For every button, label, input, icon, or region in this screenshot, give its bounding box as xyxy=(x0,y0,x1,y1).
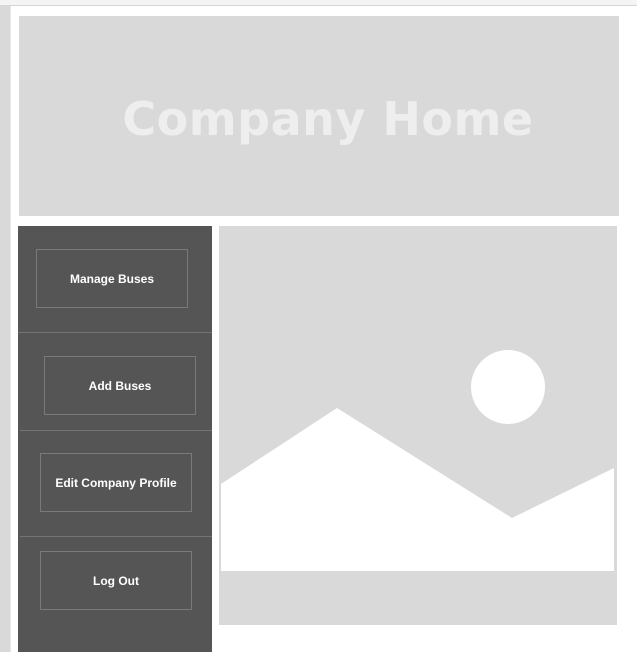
page-title: Company Home xyxy=(122,92,534,146)
manage-buses-button[interactable]: Manage Buses xyxy=(36,249,188,308)
left-strip-edge xyxy=(10,6,11,652)
nav-block-add-buses: Add Buses xyxy=(18,332,212,430)
app-window: Company Home Manage Buses Add Buses Edit… xyxy=(0,0,637,652)
nav-block-edit-company-profile: Edit Company Profile xyxy=(20,430,212,536)
edit-company-profile-label: Edit Company Profile xyxy=(55,475,177,490)
log-out-label: Log Out xyxy=(93,573,139,588)
add-buses-button[interactable]: Add Buses xyxy=(44,356,196,415)
image-placeholder-icon xyxy=(221,350,614,571)
top-border xyxy=(0,0,637,6)
sidebar-nav: Manage Buses Add Buses Edit Company Prof… xyxy=(18,226,212,652)
add-buses-label: Add Buses xyxy=(88,378,152,393)
header-banner: Company Home xyxy=(19,16,619,216)
nav-block-log-out: Log Out xyxy=(20,536,212,652)
log-out-button[interactable]: Log Out xyxy=(40,551,192,610)
image-placeholder xyxy=(219,226,617,625)
nav-block-manage-buses: Manage Buses xyxy=(18,226,212,332)
left-scroll-strip xyxy=(0,6,10,652)
manage-buses-label: Manage Buses xyxy=(69,271,155,286)
edit-company-profile-button[interactable]: Edit Company Profile xyxy=(40,453,192,512)
